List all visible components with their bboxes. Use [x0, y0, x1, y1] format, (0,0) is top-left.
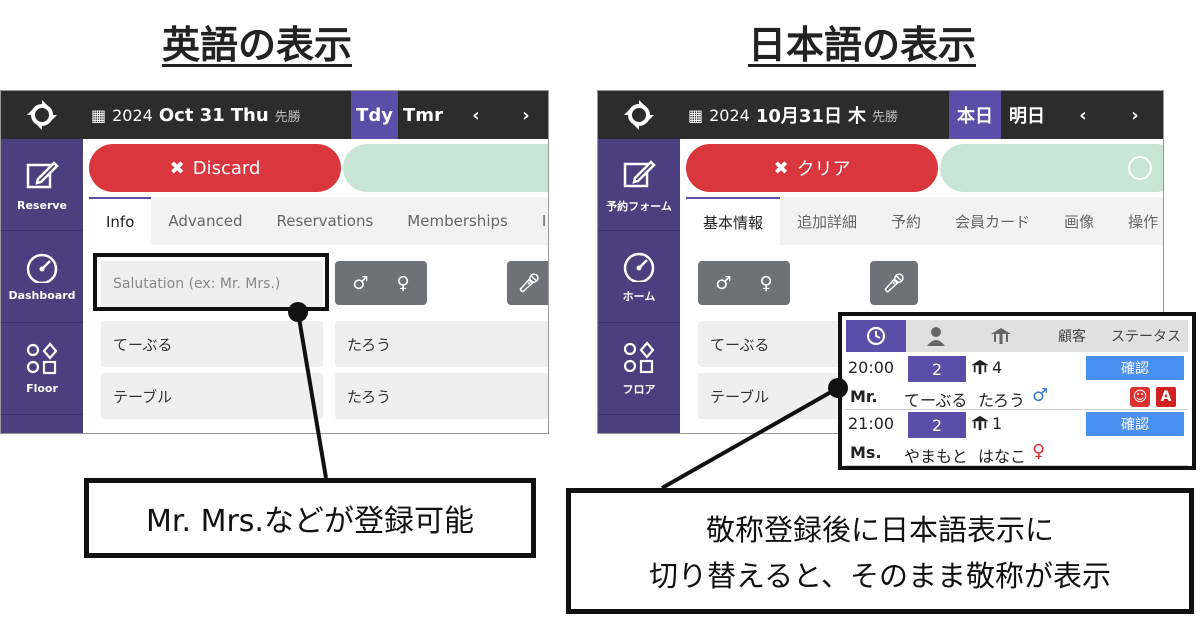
japanese-callout-line2: 切り替えると、そのまま敬称が表示	[649, 559, 1111, 593]
japanese-callout: 敬称登録後に日本語表示に 切り替えると、そのまま敬称が表示	[566, 488, 1194, 614]
english-callout: Mr. Mrs.などが登録可能	[84, 478, 536, 558]
japanese-callout-line1: 敬称登録後に日本語表示に	[705, 513, 1054, 547]
